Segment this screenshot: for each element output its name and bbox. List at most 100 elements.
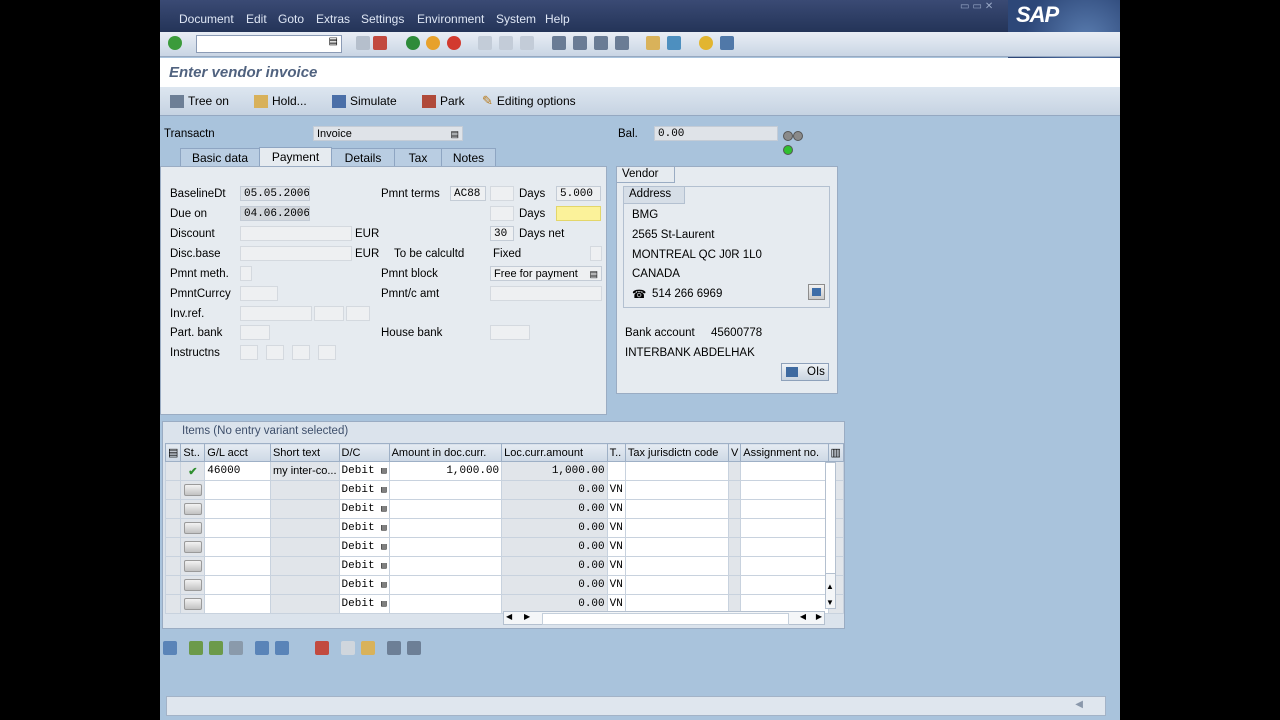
sort-icon[interactable] [387, 641, 401, 655]
tax-jurisdiction-cell[interactable] [624, 537, 729, 557]
insert-rows-icon[interactable] [275, 641, 289, 655]
menu-system[interactable]: System [496, 12, 536, 26]
short-text-cell[interactable] [269, 480, 340, 500]
t-cell[interactable]: VN [606, 480, 626, 500]
status-button[interactable] [183, 579, 202, 592]
gl-acct-cell[interactable]: 46000 [204, 461, 271, 481]
col-t[interactable]: T.. [606, 443, 626, 462]
amount-doc-cell[interactable] [388, 575, 503, 595]
tax-jurisdiction-cell[interactable] [624, 480, 729, 500]
amount-doc-cell[interactable] [388, 594, 503, 614]
table-settings-icon[interactable]: ▥ [827, 443, 845, 462]
status-button[interactable] [183, 541, 202, 554]
park-button[interactable]: Park [422, 92, 465, 110]
col-v[interactable]: V [727, 443, 742, 462]
horizontal-scrollbar[interactable]: ◀ ▶ ◀ ▶ [503, 611, 825, 625]
house-bank-field[interactable] [490, 325, 530, 340]
instructns-field-1[interactable] [240, 345, 258, 360]
v-cell[interactable] [727, 518, 742, 538]
tab-notes[interactable]: Notes [441, 148, 496, 167]
dc-cell[interactable]: Debit ▤ [338, 594, 390, 614]
instructns-field-3[interactable] [292, 345, 310, 360]
col-status[interactable]: St.. [180, 443, 206, 462]
table-row[interactable]: Debit ▤ 0.00 VN [164, 575, 845, 595]
col-loc-amount[interactable]: Loc.curr.amount [501, 443, 608, 462]
dc-cell[interactable]: Debit ▤ [338, 518, 390, 538]
col-amount-doc[interactable]: Amount in doc.curr. [388, 443, 503, 462]
status-cell[interactable] [180, 594, 206, 614]
command-field[interactable]: ▤ [196, 35, 342, 53]
gl-acct-cell[interactable] [204, 480, 271, 500]
short-text-cell[interactable] [269, 575, 340, 595]
dropdown-icon[interactable]: ▤ [381, 599, 386, 609]
dropdown-icon[interactable]: ▤ [589, 267, 598, 280]
menu-help[interactable]: Help [545, 12, 570, 26]
horizontal-scroll-thumb[interactable] [542, 613, 789, 625]
row-selector[interactable] [164, 499, 182, 519]
gl-acct-cell[interactable] [204, 556, 271, 576]
pmntmeth-field[interactable] [240, 266, 252, 281]
t-cell[interactable] [606, 461, 626, 481]
status-cell[interactable] [180, 518, 206, 538]
assignment-cell[interactable] [740, 461, 829, 481]
status-collapse-icon[interactable]: ◀ [1075, 699, 1083, 710]
create-session-icon[interactable] [646, 36, 660, 50]
row-selector[interactable] [164, 537, 182, 557]
table-row[interactable]: ✔ 46000 my inter-co... Debit ▤ 1,000.00 1,000… [164, 461, 845, 481]
dropdown-icon[interactable]: ▤ [450, 127, 459, 140]
scroll-right-end-icon[interactable]: ▶ [816, 612, 822, 621]
dropdown-icon[interactable]: ▤ [381, 466, 386, 476]
status-cell[interactable]: ✔ [180, 461, 206, 481]
menu-extras[interactable]: Extras [316, 12, 350, 26]
pmntblock-select[interactable]: Free for payment ▤ [490, 266, 602, 281]
dropdown-icon[interactable]: ▤ [381, 580, 386, 590]
row-selector[interactable] [164, 518, 182, 538]
fixed-checkbox[interactable] [590, 246, 602, 261]
v-cell[interactable] [727, 461, 742, 481]
tax-jurisdiction-cell[interactable] [624, 556, 729, 576]
dc-cell[interactable]: Debit ▤ [338, 499, 390, 519]
short-text-cell[interactable] [269, 537, 340, 557]
menu-environment[interactable]: Environment [417, 12, 484, 26]
row-selector[interactable] [164, 556, 182, 576]
col-dc[interactable]: D/C [338, 443, 390, 462]
discbase-field[interactable] [240, 246, 352, 261]
days1-input[interactable] [490, 186, 514, 201]
menu-goto[interactable]: Goto [278, 12, 304, 26]
paste-icon[interactable] [361, 641, 375, 655]
row-selector[interactable] [164, 575, 182, 595]
back-arrow-icon[interactable] [356, 36, 370, 50]
pmntcurrcy-field[interactable] [240, 286, 278, 301]
amount-doc-cell[interactable] [388, 499, 503, 519]
next-page-icon[interactable] [594, 36, 608, 50]
details-icon[interactable] [163, 641, 177, 655]
days-net-field[interactable]: 30 [490, 226, 514, 241]
t-cell[interactable]: VN [606, 556, 626, 576]
col-gl-acct[interactable]: G/L acct [204, 443, 271, 462]
tab-payment[interactable]: Payment [259, 147, 332, 168]
short-text-cell[interactable] [269, 556, 340, 576]
simulate-button[interactable]: Simulate [332, 92, 397, 110]
status-button[interactable] [183, 484, 202, 497]
save-icon[interactable] [373, 36, 387, 50]
assignment-cell[interactable] [740, 575, 829, 595]
amount-doc-cell[interactable] [388, 556, 503, 576]
table-row[interactable]: Debit ▤ 0.00 VN [164, 499, 845, 519]
dropdown-icon[interactable]: ▤ [381, 485, 386, 495]
gl-acct-cell[interactable] [204, 537, 271, 557]
pmntterms-field[interactable]: AC88 [450, 186, 486, 201]
assignment-cell[interactable] [740, 518, 829, 538]
shortcut-icon[interactable] [667, 36, 681, 50]
short-text-cell[interactable] [269, 594, 340, 614]
pmntc-amt-field[interactable] [490, 286, 602, 301]
back-icon[interactable] [406, 36, 420, 50]
t-cell[interactable]: VN [606, 537, 626, 557]
gl-acct-cell[interactable] [204, 499, 271, 519]
row-selector[interactable] [164, 480, 182, 500]
table-row[interactable]: Debit ▤ 0.00 VN [164, 537, 845, 557]
v-cell[interactable] [727, 575, 742, 595]
exit-icon[interactable] [426, 36, 440, 50]
baselinedt-field[interactable]: 05.05.2006 [240, 186, 310, 201]
amount-doc-cell[interactable] [388, 518, 503, 538]
t-cell[interactable]: VN [606, 575, 626, 595]
